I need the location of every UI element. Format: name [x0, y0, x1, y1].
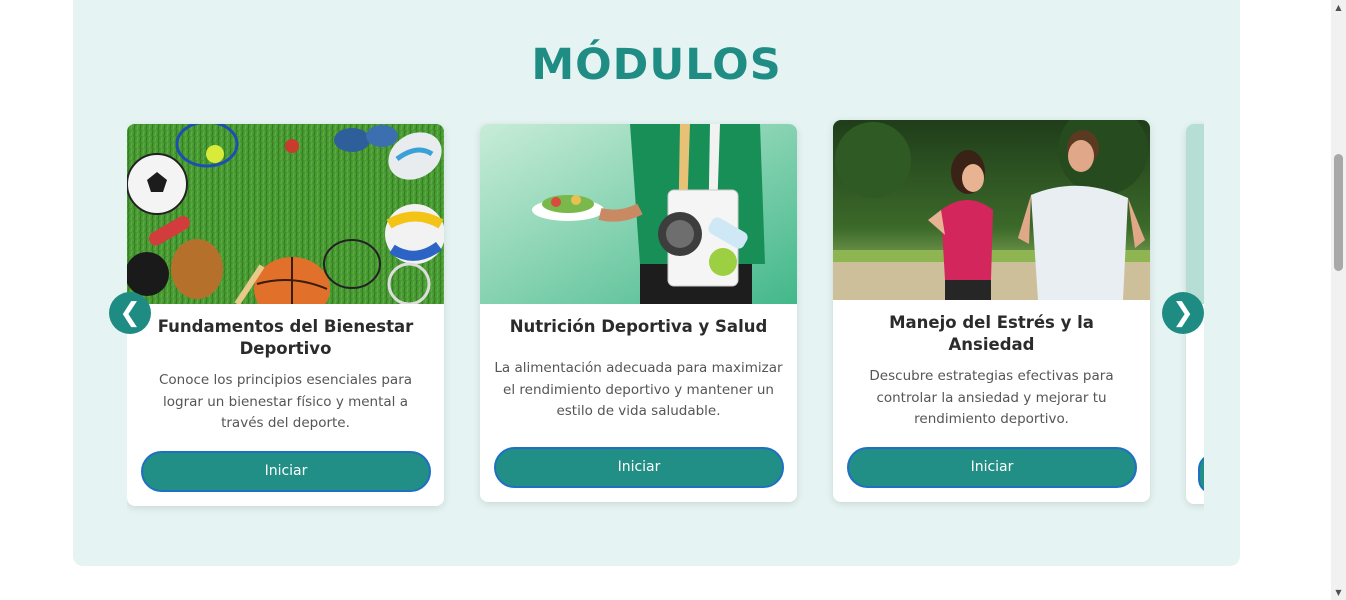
- card-description: La alimentación adecuada para maximizar …: [494, 360, 783, 419]
- card-title: Nutrición Deportiva y Salud: [509, 317, 768, 336]
- card-description: Descubre estrategias efectivas para cont…: [869, 368, 1114, 427]
- couple-running-image: [833, 120, 1150, 300]
- carousel-next-button[interactable]: ❯: [1162, 292, 1204, 334]
- carousel-viewport: Fundamentos del Bienestar Deportivo Cono…: [127, 110, 1204, 520]
- card-image-partial: [1186, 124, 1204, 304]
- modules-section: MÓDULOS Fundamentos del Bienestar Deport…: [73, 0, 1240, 566]
- sports-equipment-image: [127, 124, 444, 304]
- start-button-partial[interactable]: [1198, 454, 1204, 494]
- section-title: MÓDULOS: [531, 40, 782, 90]
- scrollbar[interactable]: ▲ ▼: [1331, 0, 1346, 600]
- start-button[interactable]: Iniciar: [847, 446, 1137, 488]
- scroll-down-icon[interactable]: ▼: [1331, 585, 1346, 600]
- module-card: Manejo del Estrés y la Ansiedad Descubre…: [833, 120, 1150, 502]
- scroll-up-icon[interactable]: ▲: [1331, 0, 1346, 15]
- card-title: Fundamentos del Bienestar Deportivo: [157, 317, 414, 358]
- page: MÓDULOS Fundamentos del Bienestar Deport…: [0, 0, 1346, 600]
- carousel-prev-button[interactable]: ❮: [109, 292, 151, 334]
- scrollbar-thumb[interactable]: [1334, 154, 1343, 271]
- nutrition-athlete-image: [480, 124, 797, 304]
- card-title: Manejo del Estrés y la Ansiedad: [889, 313, 1094, 354]
- start-button[interactable]: Iniciar: [141, 450, 431, 492]
- start-button[interactable]: Iniciar: [494, 446, 784, 488]
- module-card: Nutrición Deportiva y Salud La alimentac…: [480, 124, 797, 502]
- card-description: Conoce los principios esenciales para lo…: [158, 372, 413, 431]
- module-card: Fundamentos del Bienestar Deportivo Cono…: [127, 124, 444, 506]
